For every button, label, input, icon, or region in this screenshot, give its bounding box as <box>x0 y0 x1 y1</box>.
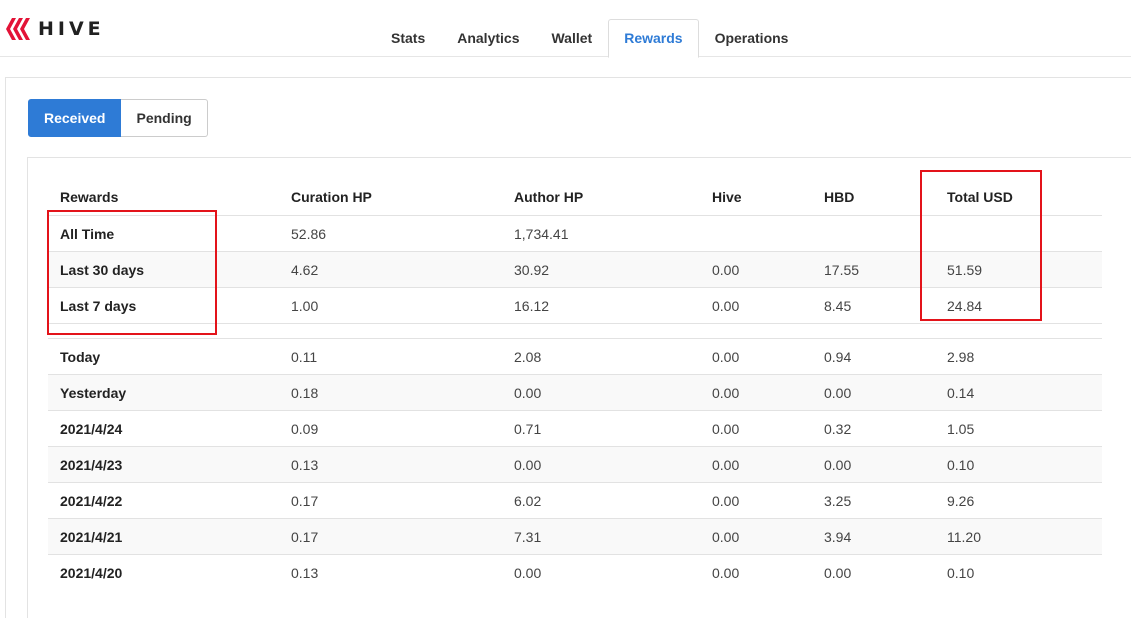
cell-curation-hp: 0.11 <box>291 348 318 365</box>
row-label: 2021/4/23 <box>60 456 123 473</box>
table-row: 2021/4/20 0.13 0.00 0.00 0.00 0.10 <box>48 554 1102 590</box>
cell-hbd: 0.32 <box>824 420 852 437</box>
table-row: Today 0.11 2.08 0.00 0.94 2.98 <box>48 338 1102 375</box>
cell-hbd: 0.00 <box>824 384 852 401</box>
cell-curation-hp: 0.17 <box>291 492 319 509</box>
cell-total-usd: 0.10 <box>947 564 975 581</box>
cell-curation-hp: 0.13 <box>291 564 319 581</box>
tab-wallet[interactable]: Wallet <box>535 19 608 56</box>
cell-hive: 0.00 <box>712 261 740 278</box>
table-row: Last 7 days 1.00 16.12 0.00 8.45 24.84 <box>48 287 1102 324</box>
cell-curation-hp: 0.13 <box>291 456 319 473</box>
row-label: Yesterday <box>60 384 127 401</box>
cell-hive: 0.00 <box>712 420 740 437</box>
cell-author-hp: 0.71 <box>514 420 542 437</box>
header-curation-hp: Curation HP <box>291 189 372 205</box>
cell-author-hp: 1,734.41 <box>514 225 569 242</box>
received-pending-toggle: Received Pending <box>28 99 208 137</box>
cell-total-usd: 0.10 <box>947 456 975 473</box>
cell-hbd: 3.25 <box>824 492 852 509</box>
brand-name: HIVE <box>38 18 105 40</box>
cell-total-usd: 9.26 <box>947 492 975 509</box>
cell-hbd <box>812 216 935 252</box>
cell-author-hp: 16.12 <box>514 297 550 314</box>
rewards-daily-table: Today 0.11 2.08 0.00 0.94 2.98 Yesterday… <box>48 338 1102 590</box>
row-label: 2021/4/20 <box>60 564 123 581</box>
cell-total-usd: 2.98 <box>947 348 975 365</box>
cell-total-usd: 24.84 <box>947 297 983 314</box>
hive-logo-icon <box>6 18 30 40</box>
rewards-summary-table: Rewards Curation HP Author HP Hive HBD T… <box>48 179 1102 324</box>
tab-stats[interactable]: Stats <box>375 19 441 56</box>
header-author-hp: Author HP <box>514 189 584 205</box>
received-button[interactable]: Received <box>28 99 122 137</box>
cell-curation-hp: 52.86 <box>291 225 327 242</box>
pending-button[interactable]: Pending <box>121 99 208 137</box>
cell-author-hp: 30.92 <box>514 261 550 278</box>
cell-hbd: 3.94 <box>824 528 852 545</box>
cell-total-usd: 1.05 <box>947 420 975 437</box>
cell-total-usd <box>935 216 1102 252</box>
cell-total-usd: 11.20 <box>947 528 981 545</box>
cell-hive: 0.00 <box>712 492 740 509</box>
main-tabs: Stats Analytics Wallet Rewards Operation… <box>375 19 805 58</box>
cell-hive: 0.00 <box>712 528 740 545</box>
table-header-row: Rewards Curation HP Author HP Hive HBD T… <box>48 179 1102 216</box>
row-label: 2021/4/22 <box>60 492 123 509</box>
table-row: 2021/4/22 0.17 6.02 0.00 3.25 9.26 <box>48 482 1102 519</box>
header-hive: Hive <box>712 189 742 205</box>
cell-curation-hp: 4.62 <box>291 261 319 278</box>
cell-hive: 0.00 <box>712 297 740 314</box>
cell-author-hp: 0.00 <box>514 456 542 473</box>
cell-author-hp: 0.00 <box>514 564 542 581</box>
cell-author-hp: 7.31 <box>514 528 542 545</box>
cell-total-usd: 0.14 <box>947 384 975 401</box>
cell-author-hp: 6.02 <box>514 492 542 509</box>
cell-hive: 0.00 <box>712 348 740 365</box>
cell-hive: 0.00 <box>712 456 740 473</box>
cell-hbd: 0.94 <box>824 348 852 365</box>
table-row: Last 30 days 4.62 30.92 0.00 17.55 51.59 <box>48 251 1102 288</box>
cell-curation-hp: 0.18 <box>291 384 319 401</box>
row-label: 2021/4/21 <box>60 528 123 545</box>
cell-hbd: 0.00 <box>824 564 852 581</box>
cell-curation-hp: 0.17 <box>291 528 319 545</box>
table-row: 2021/4/21 0.17 7.31 0.00 3.94 11.20 <box>48 518 1102 555</box>
cell-hive: 0.00 <box>712 564 740 581</box>
row-label: 2021/4/24 <box>60 420 123 437</box>
row-label: All Time <box>60 225 115 242</box>
cell-curation-hp: 1.00 <box>291 297 319 314</box>
row-label: Last 30 days <box>60 261 145 278</box>
table-row: 2021/4/23 0.13 0.00 0.00 0.00 0.10 <box>48 446 1102 483</box>
cell-curation-hp: 0.09 <box>291 420 319 437</box>
cell-hbd: 17.55 <box>824 261 860 278</box>
table-row: Yesterday 0.18 0.00 0.00 0.00 0.14 <box>48 374 1102 411</box>
header-total-usd: Total USD <box>947 189 1013 205</box>
tab-operations[interactable]: Operations <box>699 19 805 56</box>
table-row: All Time 52.86 1,734.41 <box>48 215 1102 252</box>
cell-hive <box>700 216 812 252</box>
cell-hbd: 8.45 <box>824 297 852 314</box>
row-label: Last 7 days <box>60 297 137 314</box>
tab-rewards[interactable]: Rewards <box>608 19 699 58</box>
cell-hive: 0.00 <box>712 384 740 401</box>
cell-total-usd: 51.59 <box>947 261 983 278</box>
hive-logo[interactable]: HIVE <box>6 18 105 40</box>
cell-author-hp: 0.00 <box>514 384 542 401</box>
table-row: 2021/4/24 0.09 0.71 0.00 0.32 1.05 <box>48 410 1102 447</box>
header-rewards: Rewards <box>60 189 119 205</box>
row-label: Today <box>60 348 101 365</box>
cell-hbd: 0.00 <box>824 456 852 473</box>
top-bar: HIVE Stats Analytics Wallet Rewards Oper… <box>0 0 1131 58</box>
tab-analytics[interactable]: Analytics <box>441 19 535 56</box>
header-hbd: HBD <box>824 189 855 205</box>
cell-author-hp: 2.08 <box>514 348 542 365</box>
